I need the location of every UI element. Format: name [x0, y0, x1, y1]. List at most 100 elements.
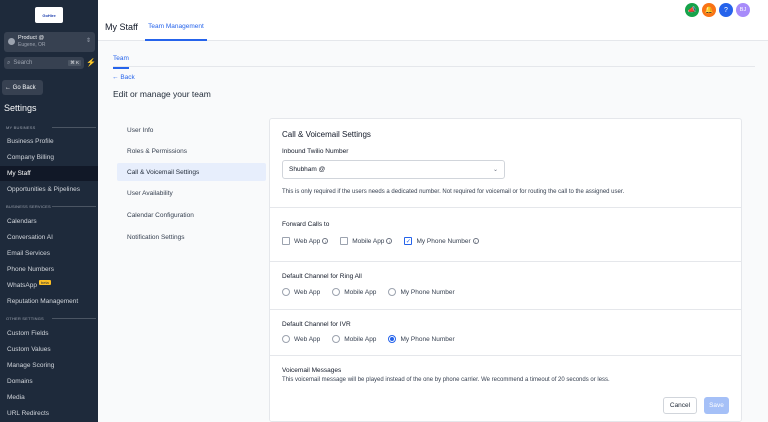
inbound-number-select[interactable]: Shubham @ ⌄ — [282, 160, 505, 179]
ivr-my-phone-label: My Phone Number — [400, 335, 455, 343]
sidebar-item-calendars[interactable]: Calendars — [0, 214, 98, 229]
account-location: Eugene, OR — [18, 42, 46, 48]
forward-web-app[interactable]: Web App i — [282, 237, 329, 245]
sidebar-item-media[interactable]: Media — [0, 390, 98, 405]
sidebar: GoHire Product @ Eugene, OR ⇕ ⌕ Search ⌘… — [0, 0, 98, 422]
go-back-button[interactable]: ← Go Back — [2, 80, 43, 95]
ivr-web-app-label: Web App — [294, 335, 321, 343]
sidebar-item-custom-values[interactable]: Custom Values — [0, 342, 98, 357]
sidebar-item-whatsapp[interactable]: WhatsApp beta — [0, 278, 98, 293]
go-back-label: Go Back — [12, 84, 36, 91]
radio[interactable] — [282, 335, 290, 343]
divider — [270, 355, 741, 356]
inbound-help: This is only required if the users needs… — [282, 189, 625, 195]
info-icon[interactable]: i — [472, 238, 479, 244]
sidebar-item-conversation-ai[interactable]: Conversation AI — [0, 230, 98, 245]
ring-all-options: Web App Mobile App My Phone Number — [282, 288, 467, 296]
menu-call-voicemail[interactable]: Call & Voicemail Settings — [117, 163, 266, 181]
avatar[interactable]: BJ — [736, 3, 750, 17]
sidebar-item-business-profile[interactable]: Business Profile — [0, 134, 98, 149]
checkbox[interactable] — [282, 237, 290, 245]
sidebar-item-company-billing[interactable]: Company Billing — [0, 150, 98, 165]
top-header: My Staff Team Management 📣 🔔 ? BJ — [98, 0, 768, 41]
radio[interactable] — [332, 335, 341, 343]
info-icon[interactable]: i — [322, 238, 329, 244]
inbound-value: Shubham @ — [289, 166, 326, 173]
sidebar-item-domains[interactable]: Domains — [0, 374, 98, 389]
section-heading: Edit or manage your team — [113, 89, 211, 99]
forward-my-phone[interactable]: ✓ My Phone Number i — [404, 237, 479, 245]
account-name: Product @ — [18, 35, 45, 41]
menu-roles-permissions[interactable]: Roles & Permissions — [117, 142, 266, 160]
forward-options: Web App i Mobile App i ✓ My Phone Number… — [282, 237, 491, 245]
bell-icon[interactable]: 🔔 — [702, 3, 716, 17]
chevron-down-icon: ⌄ — [492, 167, 498, 173]
logo-text: GoHire — [42, 12, 56, 18]
sidebar-item-phone-numbers[interactable]: Phone Numbers — [0, 262, 98, 277]
ivr-mobile-app[interactable]: Mobile App — [332, 335, 376, 343]
megaphone-icon[interactable]: 📣 — [685, 3, 699, 17]
forward-label: Forward Calls to — [282, 221, 330, 228]
radio-selected[interactable] — [388, 335, 397, 343]
back-label: Back — [120, 74, 135, 81]
building-icon — [8, 38, 15, 45]
ivr-my-phone[interactable]: My Phone Number — [388, 335, 455, 343]
checkbox[interactable] — [340, 237, 349, 245]
divider — [270, 261, 741, 262]
company-logo: GoHire — [35, 7, 63, 23]
menu-notification-settings[interactable]: Notification Settings — [117, 228, 266, 246]
section-label-other-settings: OTHER SETTINGS — [6, 316, 96, 321]
inbound-label: Inbound Twilio Number — [282, 148, 349, 155]
ivr-mobile-app-label: Mobile App — [344, 335, 377, 343]
sidebar-item-manage-scoring[interactable]: Manage Scoring — [0, 358, 98, 373]
forward-my-phone-label: My Phone Number — [416, 237, 471, 245]
ring-all-label: Default Channel for Ring All — [282, 273, 362, 280]
back-link[interactable]: ← Back — [112, 74, 135, 81]
divider — [270, 309, 741, 310]
divider — [270, 207, 741, 208]
page-title: My Staff — [105, 22, 138, 32]
radio[interactable] — [332, 288, 341, 296]
radio[interactable] — [388, 288, 397, 296]
sidebar-item-whatsapp-label: WhatsApp — [7, 282, 37, 289]
search-placeholder: Search — [13, 60, 33, 66]
menu-user-info[interactable]: User Info — [117, 121, 266, 139]
sidebar-item-url-redirects[interactable]: URL Redirects — [0, 406, 98, 421]
cancel-button[interactable]: Cancel — [663, 397, 697, 414]
ivr-options: Web App Mobile App My Phone Number — [282, 335, 467, 343]
card-title: Call & Voicemail Settings — [282, 130, 371, 139]
ivr-web-app[interactable]: Web App — [282, 335, 320, 343]
ring-all-web-app[interactable]: Web App — [282, 288, 320, 296]
help-icon[interactable]: ? — [719, 3, 733, 17]
sidebar-item-custom-fields[interactable]: Custom Fields — [0, 326, 98, 341]
checkbox-checked[interactable]: ✓ — [404, 237, 413, 245]
info-icon[interactable]: i — [386, 238, 393, 244]
chevron-updown-icon: ⇕ — [85, 38, 91, 44]
search-shortcut: ⌘ K — [68, 60, 81, 66]
sidebar-item-opportunities[interactable]: Opportunities & Pipelines — [0, 182, 98, 197]
ring-all-my-phone-label: My Phone Number — [400, 288, 455, 296]
sidebar-item-email-services[interactable]: Email Services — [0, 246, 98, 261]
voicemail-label: Voicemail Messages — [282, 367, 342, 374]
save-button[interactable]: Save — [704, 397, 729, 414]
tab-team-management[interactable]: Team Management — [145, 23, 207, 41]
ring-all-mobile-app-label: Mobile App — [344, 288, 377, 296]
account-switcher[interactable]: Product @ Eugene, OR ⇕ — [4, 32, 95, 52]
ring-all-mobile-app[interactable]: Mobile App — [332, 288, 376, 296]
forward-mobile-app[interactable]: Mobile App i — [340, 237, 393, 245]
search-icon: ⌕ — [7, 59, 11, 66]
ivr-label: Default Channel for IVR — [282, 321, 351, 328]
menu-calendar-configuration[interactable]: Calendar Configuration — [117, 206, 266, 224]
beta-badge: beta — [39, 280, 51, 285]
sidebar-item-my-staff[interactable]: My Staff — [0, 166, 98, 181]
ring-all-web-app-label: Web App — [294, 288, 321, 296]
radio[interactable] — [282, 288, 290, 296]
call-voicemail-card: Call & Voicemail Settings Inbound Twilio… — [269, 118, 742, 422]
ring-all-my-phone[interactable]: My Phone Number — [388, 288, 455, 296]
forward-mobile-app-label: Mobile App — [352, 237, 385, 245]
menu-user-availability[interactable]: User Availability — [117, 184, 266, 202]
arrow-left-icon: ← — [5, 84, 13, 91]
sidebar-search[interactable]: ⌕ Search ⌘ K — [4, 57, 84, 69]
sidebar-item-reputation[interactable]: Reputation Management — [0, 294, 98, 309]
bolt-icon[interactable]: ⚡ — [86, 58, 96, 67]
